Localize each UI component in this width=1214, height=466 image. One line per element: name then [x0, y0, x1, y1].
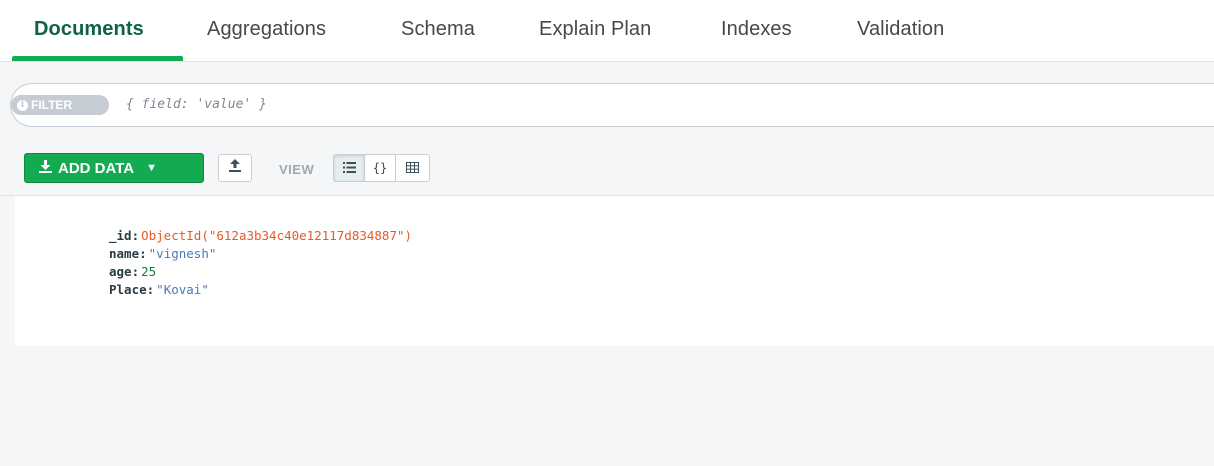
list-view-button[interactable]	[333, 154, 365, 182]
info-icon: i	[17, 99, 28, 111]
view-switcher: {}	[333, 154, 430, 182]
field-value: ObjectId("612a3b34c40e12117d834887")	[141, 228, 413, 243]
add-data-button[interactable]: ADD DATA ▼	[24, 153, 204, 183]
field-colon: :	[139, 246, 147, 261]
field-key: name	[109, 246, 140, 261]
view-label: VIEW	[279, 162, 315, 177]
upload-icon	[229, 159, 241, 177]
field-value: 25	[141, 264, 157, 279]
filter-input-box[interactable]: i FILTER { field: 'value' }	[10, 83, 1214, 127]
query-bar: i FILTER { field: 'value' }	[0, 62, 1214, 150]
tab-documents[interactable]: Documents	[34, 18, 144, 41]
document-fields: _id: ObjectId("612a3b34c40e12117d834887")…	[109, 227, 412, 299]
field-value: "Kovai"	[156, 282, 209, 297]
list-view-icon	[342, 161, 356, 176]
filter-pill[interactable]: i FILTER	[11, 95, 109, 115]
field-row-age[interactable]: age: 25	[109, 263, 412, 281]
field-key: age	[109, 264, 132, 279]
tab-aggregations[interactable]: Aggregations	[207, 18, 326, 41]
field-row-id[interactable]: _id: ObjectId("612a3b34c40e12117d834887")	[109, 227, 412, 245]
field-row-place[interactable]: Place: "Kovai"	[109, 281, 412, 299]
active-tab-indicator	[12, 56, 183, 61]
documents-toolbar: ADD DATA ▼ VIEW {}	[0, 150, 1214, 196]
field-colon: :	[146, 282, 155, 297]
download-icon	[39, 159, 52, 177]
table-view-icon	[406, 161, 419, 176]
tab-schema[interactable]: Schema	[401, 18, 475, 41]
field-key: Place	[109, 282, 147, 297]
json-view-icon: {}	[372, 161, 388, 175]
tab-explain-plan[interactable]: Explain Plan	[539, 18, 651, 41]
table-view-button[interactable]	[395, 154, 430, 182]
field-value: "vignesh"	[148, 246, 217, 261]
json-view-button[interactable]: {}	[364, 154, 396, 182]
filter-pill-label: FILTER	[31, 98, 73, 112]
document-list: _id: ObjectId("612a3b34c40e12117d834887")…	[0, 196, 1214, 466]
field-colon: :	[131, 264, 140, 279]
tab-validation[interactable]: Validation	[857, 18, 944, 41]
field-colon: :	[131, 228, 140, 243]
document-card[interactable]: _id: ObjectId("612a3b34c40e12117d834887")…	[15, 196, 1214, 346]
tab-indexes[interactable]: Indexes	[721, 18, 792, 41]
field-key: _id	[109, 228, 132, 243]
import-button[interactable]	[218, 154, 252, 182]
collection-tabs: Documents Aggregations Schema Explain Pl…	[0, 0, 1214, 62]
caret-down-icon: ▼	[146, 162, 157, 174]
filter-input-placeholder[interactable]: { field: 'value' }	[126, 97, 267, 112]
add-data-label: ADD DATA	[58, 159, 135, 177]
field-row-name[interactable]: name: "vignesh"	[109, 245, 412, 263]
